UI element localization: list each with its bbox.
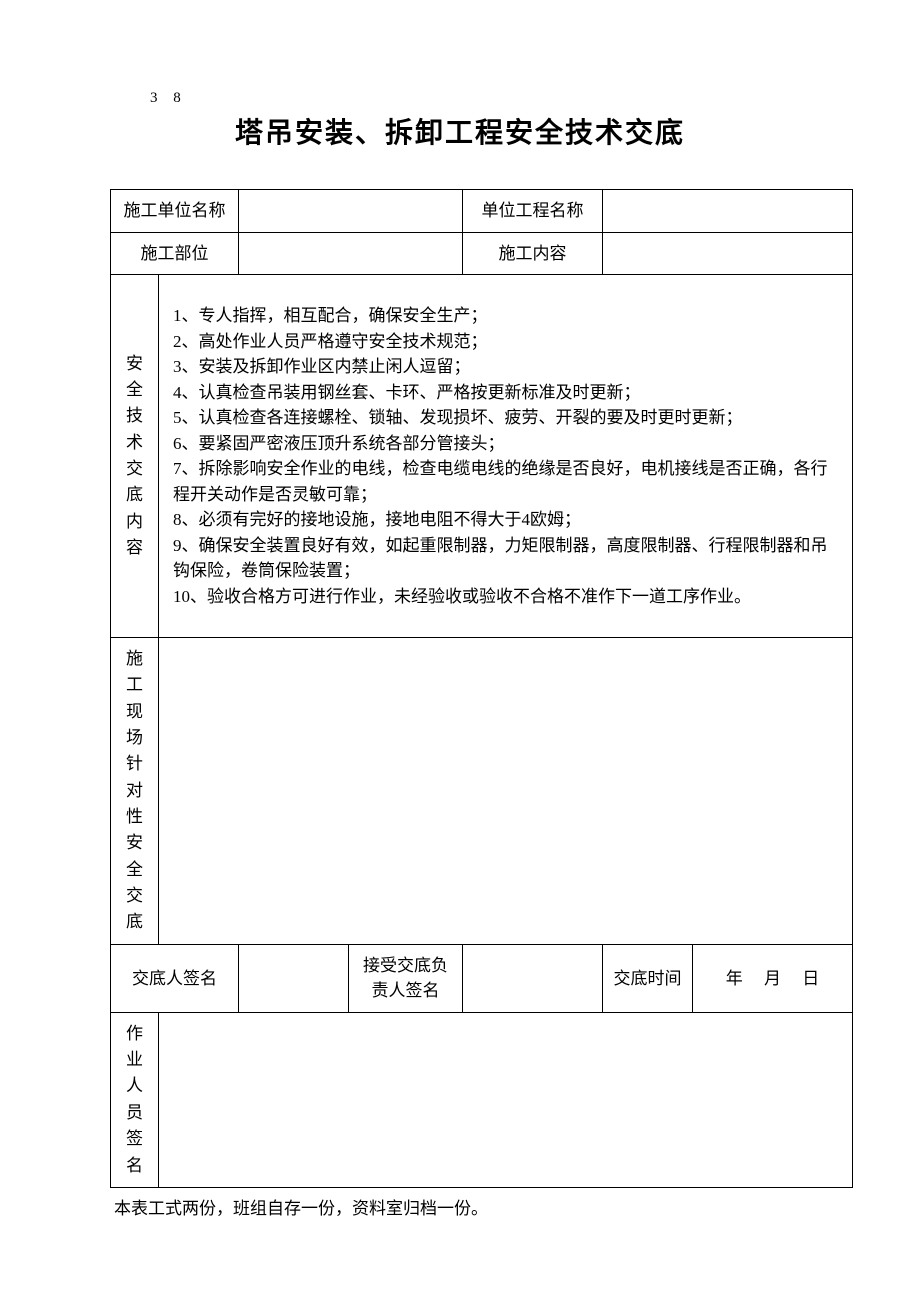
label-construction-part: 施工部位 — [111, 232, 239, 275]
page-title: 塔吊安装、拆卸工程安全技术交底 — [110, 111, 810, 151]
label-disclosure-signer: 交底人签名 — [111, 944, 239, 1012]
safety-content-body: 1、专人指挥，相互配合，确保安全生产； 2、高处作业人员严格遵守安全技术规范； … — [159, 275, 853, 638]
label-construction-unit: 施工单位名称 — [111, 190, 239, 233]
footer-note: 本表工式两份，班组自存一份，资料室归档一份。 — [114, 1194, 810, 1219]
value-disclosure-signer — [239, 944, 349, 1012]
header-number: 3 8 — [150, 90, 810, 107]
label-site-specific: 施 工 现 场 针 对 性 安 全 交 底 — [111, 638, 159, 945]
worker-sign-body — [159, 1012, 853, 1187]
site-specific-body — [159, 638, 853, 945]
label-project-name: 单位工程名称 — [463, 190, 603, 233]
value-project-name — [603, 190, 853, 233]
row-safety-content: 安 全 技 术 交 底 内 容 1、专人指挥，相互配合，确保安全生产； 2、高处… — [111, 275, 853, 638]
form-table: 施工单位名称 单位工程名称 施工部位 施工内容 安 全 技 术 交 底 内 容 … — [110, 189, 853, 1188]
label-worker-sign: 作 业 人 员 签 名 — [111, 1012, 159, 1187]
value-construction-part — [239, 232, 463, 275]
value-construction-unit — [239, 190, 463, 233]
row-site-specific: 施 工 现 场 针 对 性 安 全 交 底 — [111, 638, 853, 945]
row-unit-name: 施工单位名称 单位工程名称 — [111, 190, 853, 233]
label-disclosure-time: 交底时间 — [603, 944, 693, 1012]
row-worker-sign: 作 业 人 员 签 名 — [111, 1012, 853, 1187]
row-construction-part: 施工部位 施工内容 — [111, 232, 853, 275]
value-receiver-signer — [463, 944, 603, 1012]
label-receiver-signer: 接受交底负责人签名 — [349, 944, 463, 1012]
value-disclosure-time: 年 月 日 — [693, 944, 853, 1012]
label-safety-tech: 安 全 技 术 交 底 内 容 — [111, 275, 159, 638]
row-signatures: 交底人签名 接受交底负责人签名 交底时间 年 月 日 — [111, 944, 853, 1012]
label-construction-content: 施工内容 — [463, 232, 603, 275]
value-construction-content — [603, 232, 853, 275]
